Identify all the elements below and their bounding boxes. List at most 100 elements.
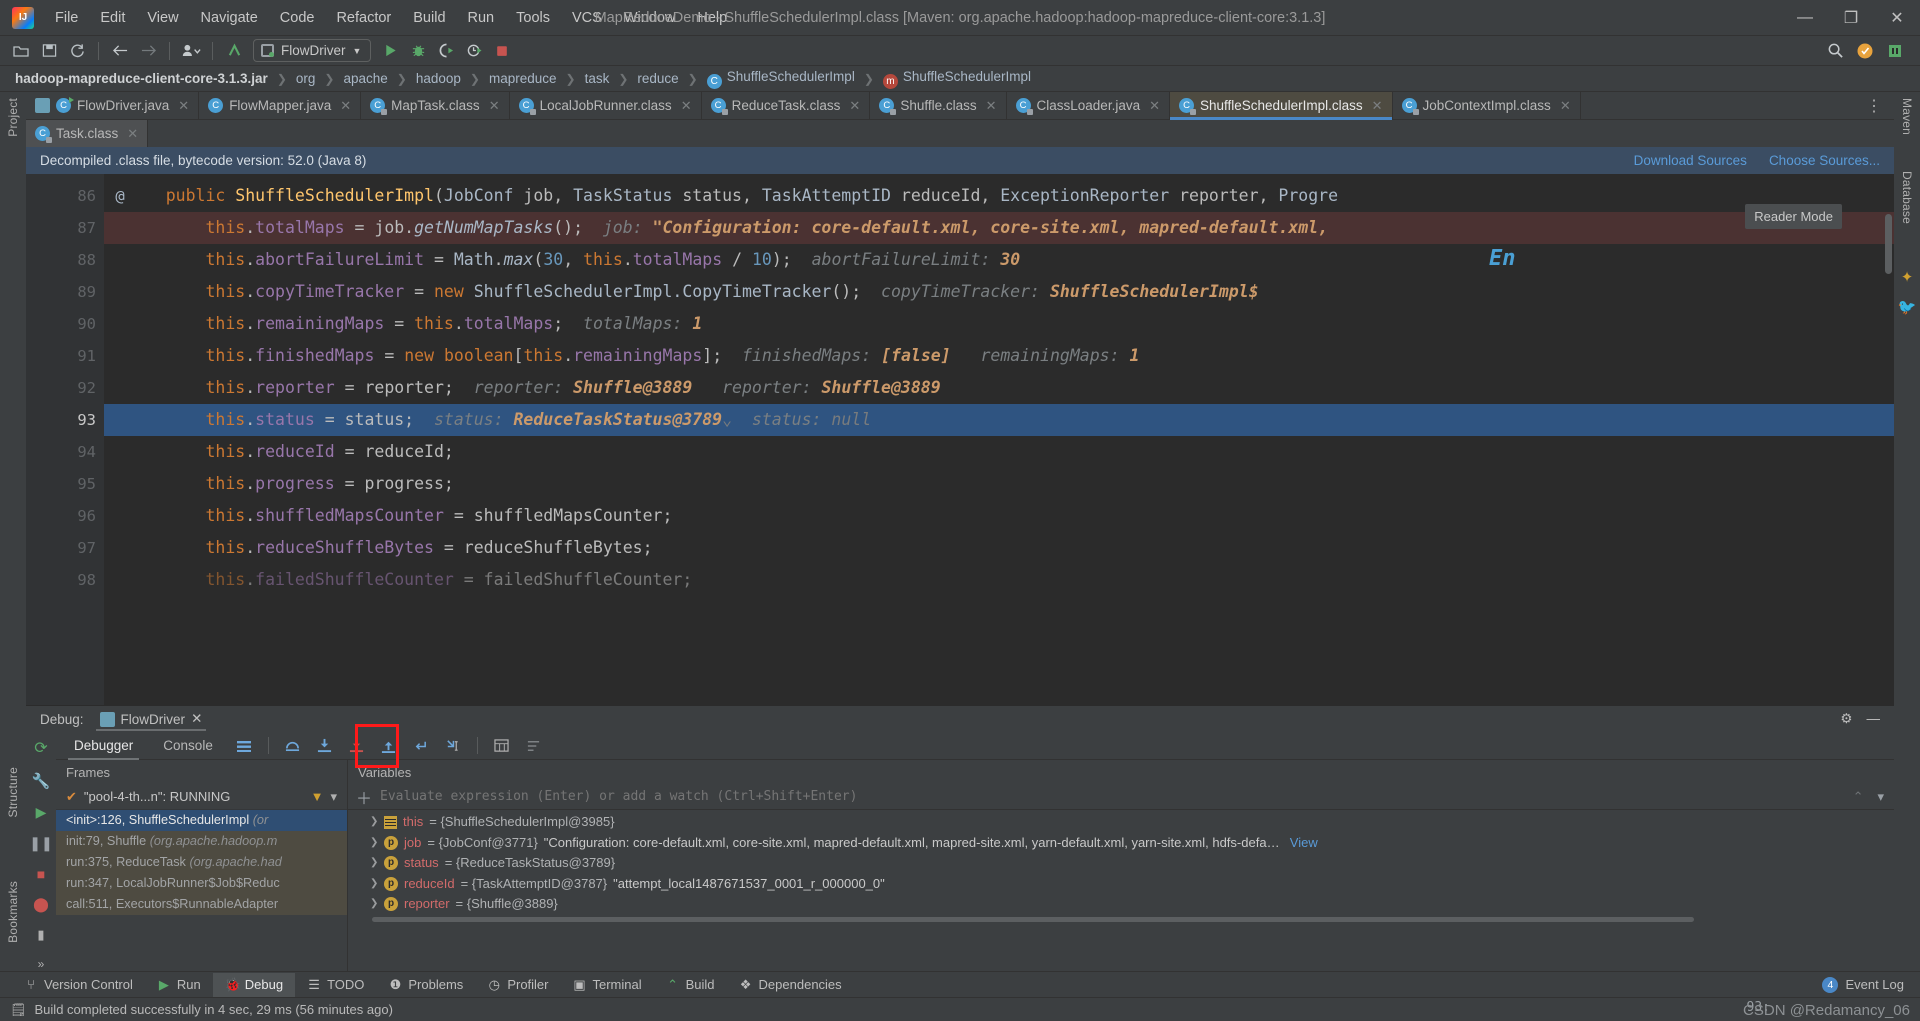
debug-icon[interactable] — [405, 39, 431, 63]
evaluate-expression-input[interactable] — [380, 789, 1845, 804]
editor-tab-row-1[interactable]: C FlowDriver.java ✕ C FlowMapper.java ✕ … — [26, 92, 1894, 120]
filter-icon[interactable]: ▼ — [311, 789, 324, 804]
back-arrow-icon[interactable] — [107, 39, 133, 63]
window-controls[interactable]: — ❐ ✕ — [1782, 0, 1920, 36]
sync-icon[interactable] — [64, 39, 90, 63]
code-editor[interactable]: 86@ 87✔ 88 89 90 91 92 93💡 94 95 96 97 9… — [26, 174, 1894, 705]
frame-row[interactable]: call:511, Executors$RunnableAdapter — [56, 894, 347, 915]
notification-links[interactable]: Download Sources Choose Sources... — [1634, 153, 1880, 168]
menu-bar[interactable]: File Edit View Navigate Code Refactor Bu… — [44, 6, 738, 30]
code-line-88[interactable]: this.abortFailureLimit = Math.max(30, th… — [104, 244, 1894, 276]
tool-window-bar[interactable]: ⑂ Version Control ▶ Run 🐞 Debug ☰ TODO ❶… — [0, 971, 1920, 997]
more-icon[interactable]: » — [38, 957, 45, 971]
menu-code[interactable]: Code — [269, 6, 326, 30]
debugger-toolbar[interactable]: Debugger Console — [56, 724, 1894, 768]
sidebar-item-structure[interactable]: Structure — [6, 767, 20, 818]
menu-help[interactable]: Help — [686, 6, 738, 30]
sidebar-item-database[interactable]: Database — [1900, 171, 1914, 224]
toolwindow-dependencies[interactable]: ❖ Dependencies — [727, 973, 854, 997]
menu-refactor[interactable]: Refactor — [325, 6, 402, 30]
close-icon[interactable]: ✕ — [681, 98, 692, 114]
variables-list[interactable]: ❯ this = {ShuffleSchedulerImpl@3985} ❯ p — [348, 810, 1894, 971]
close-icon[interactable]: ✕ — [191, 711, 202, 727]
sidebar-item-maven[interactable]: Maven — [1900, 98, 1914, 135]
toolbar-right-group[interactable] — [1822, 39, 1912, 63]
run-configuration-selector[interactable]: FlowDriver ▼ — [253, 39, 372, 62]
code-line-93-current[interactable]: this.status = status; status: ReduceTask… — [104, 404, 1894, 436]
download-sources-link[interactable]: Download Sources — [1634, 153, 1747, 168]
tab-localjobrunner-class[interactable]: C LocalJobRunner.class ✕ — [510, 92, 702, 119]
expand-arrow-icon[interactable]: ❯ — [370, 894, 378, 915]
close-button[interactable]: ✕ — [1874, 0, 1920, 36]
menu-edit[interactable]: Edit — [89, 6, 136, 30]
view-link[interactable]: View — [1290, 833, 1318, 854]
chevron-down-icon[interactable]: ▾ — [330, 789, 347, 805]
code-line-98[interactable]: this.failedShuffleCounter = failedShuffl… — [104, 564, 1894, 596]
code-line-91[interactable]: this.finishedMaps = new boolean[this.rem… — [104, 340, 1894, 372]
profiler-icon[interactable] — [461, 39, 487, 63]
tab-jobcontextimpl-class[interactable]: C JobContextImpl.class ✕ — [1393, 92, 1581, 119]
breadcrumb-item-task[interactable]: task — [582, 71, 613, 86]
user-icon[interactable] — [178, 39, 204, 63]
frames-layout-icon[interactable] — [231, 734, 257, 758]
mute-breakpoints-icon[interactable]: ⬤ — [33, 896, 49, 913]
close-icon[interactable]: ✕ — [127, 126, 138, 142]
menu-run[interactable]: Run — [457, 6, 506, 30]
breadcrumb-item-jar[interactable]: hadoop-mapreduce-client-core-3.1.3.jar — [12, 71, 271, 86]
breadcrumb-item-class[interactable]: C ShuffleSchedulerImpl — [704, 69, 858, 89]
close-icon[interactable]: ✕ — [986, 98, 997, 114]
toolwindow-debug[interactable]: 🐞 Debug — [212, 972, 296, 997]
event-log-button[interactable]: 4 Event Log — [1822, 976, 1920, 993]
variable-row-reporter[interactable]: ❯ p reporter = {Shuffle@3889} — [348, 894, 1894, 915]
breadcrumb-item-apache[interactable]: apache — [340, 71, 390, 86]
frame-row[interactable]: run:347, LocalJobRunner$Job$Reduc — [56, 873, 347, 894]
breadcrumb-item-mapreduce[interactable]: mapreduce — [486, 71, 560, 86]
step-into-icon[interactable] — [312, 734, 338, 758]
sidebar-item-bookmarks[interactable]: Bookmarks — [6, 881, 20, 943]
close-icon[interactable]: ✕ — [849, 98, 860, 114]
add-watch-icon[interactable]: ＋ — [356, 785, 372, 809]
expand-arrow-icon[interactable]: ❯ — [370, 874, 378, 895]
frame-row[interactable]: run:375, ReduceTask (org.apache.had — [56, 852, 347, 873]
right-tool-rail[interactable]: Maven Database ✦ 🐦 — [1894, 92, 1920, 971]
editor-gutter[interactable]: 86@ 87✔ 88 89 90 91 92 93💡 94 95 96 97 9… — [26, 174, 130, 705]
save-all-icon[interactable] — [36, 39, 62, 63]
expand-arrow-icon[interactable]: ❯ — [370, 853, 378, 874]
debug-session-tab[interactable]: FlowDriver ✕ — [92, 711, 211, 731]
code-line-87[interactable]: this.totalMaps = job.getNumMapTasks(); j… — [104, 212, 1894, 244]
drop-frame-icon[interactable] — [408, 734, 434, 758]
hide-icon[interactable]: — — [1867, 711, 1881, 727]
variable-row-status[interactable]: ❯ p status = {ReduceTaskStatus@3789} — [348, 853, 1894, 874]
choose-sources-link[interactable]: Choose Sources... — [1769, 153, 1880, 168]
breadcrumb-item-reduce[interactable]: reduce — [634, 71, 681, 86]
tab-debugger[interactable]: Debugger — [62, 733, 145, 760]
settings-wrench-icon[interactable]: 🔧 — [32, 772, 51, 790]
frame-row[interactable]: init:79, Shuffle (org.apache.hadoop.m — [56, 831, 347, 852]
tab-classloader-java[interactable]: C ClassLoader.java ✕ — [1007, 92, 1170, 119]
toolwindow-profiler[interactable]: ◷ Profiler — [475, 973, 560, 997]
variable-row-job[interactable]: ❯ p job = {JobConf@3771} "Configuration:… — [348, 833, 1894, 854]
code-line-96[interactable]: this.shuffledMapsCounter = shuffledMapsC… — [104, 500, 1894, 532]
update-project-icon[interactable] — [221, 39, 247, 63]
watch-row[interactable]: ＋ ⌃ ▾ — [348, 784, 1894, 810]
toolwindow-build[interactable]: ⌃ Build — [654, 973, 727, 997]
menu-tools[interactable]: Tools — [505, 6, 561, 30]
minimize-button[interactable]: — — [1782, 0, 1828, 36]
debug-header-actions[interactable]: ⚙ — — [1840, 711, 1894, 727]
breadcrumb[interactable]: hadoop-mapreduce-client-core-3.1.3.jar ❯… — [0, 66, 1920, 92]
maximize-button[interactable]: ❐ — [1828, 0, 1874, 36]
breadcrumb-item-hadoop[interactable]: hadoop — [413, 71, 464, 86]
layout-settings-icon[interactable] — [521, 734, 547, 758]
pause-icon[interactable]: ❚❚ — [29, 835, 52, 852]
pin-icon[interactable]: ▮ — [37, 927, 44, 943]
variables-horizontal-scrollbar[interactable] — [372, 916, 1694, 922]
gear-icon[interactable]: ⚙ — [1840, 711, 1852, 727]
tab-flowdriver-java[interactable]: C FlowDriver.java ✕ — [26, 92, 200, 119]
resume-icon[interactable]: ▶ — [36, 804, 47, 821]
step-over-icon[interactable] — [280, 734, 306, 758]
code-line-94[interactable]: this.reduceId = reduceId; — [104, 436, 1894, 468]
rerun-icon[interactable]: ⟳ — [34, 738, 47, 758]
code-line-89[interactable]: this.copyTimeTracker = new ShuffleSchedu… — [104, 276, 1894, 308]
toolwindow-run[interactable]: ▶ Run — [145, 973, 213, 997]
breadcrumb-item-org[interactable]: org — [293, 71, 319, 86]
